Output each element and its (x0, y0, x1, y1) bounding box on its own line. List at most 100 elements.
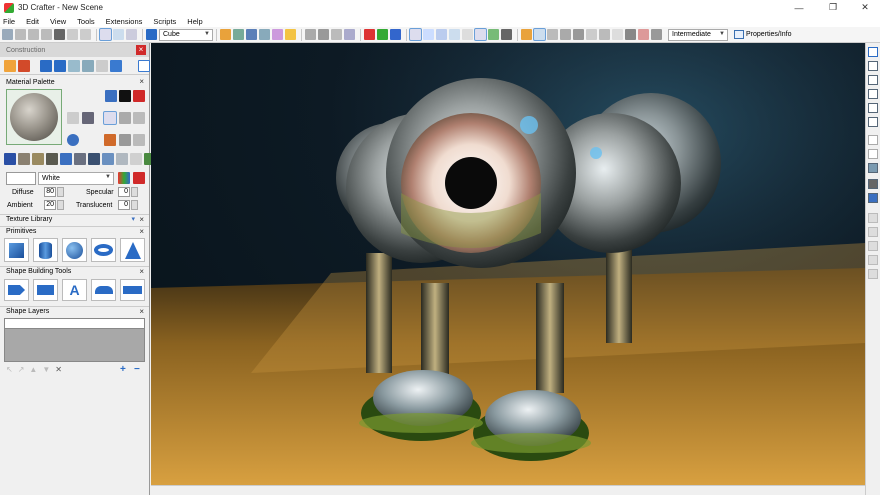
panel-b-icon[interactable] (868, 149, 878, 159)
minimize-button[interactable]: — (784, 0, 814, 15)
wireframe-icon[interactable] (474, 28, 487, 41)
pencil-icon[interactable] (246, 29, 257, 40)
menu-edit[interactable]: Edit (26, 17, 39, 26)
menu-extensions[interactable]: Extensions (106, 17, 143, 26)
menu-tools[interactable]: Tools (77, 17, 95, 26)
group-icon[interactable] (113, 29, 124, 40)
zoom-icon[interactable] (331, 29, 342, 40)
pin-header-icon[interactable]: ▾ (131, 215, 135, 223)
restore-button[interactable]: ❐ (818, 0, 848, 15)
camera-view-icon[interactable] (868, 179, 878, 189)
move-up-icon[interactable]: ↗ (18, 365, 25, 374)
camera-icon[interactable] (501, 29, 512, 40)
shape-select[interactable]: Cube ▼ (159, 28, 213, 41)
disabled-tool-c-icon[interactable] (868, 241, 878, 251)
move-z-icon[interactable] (390, 29, 401, 40)
menu-view[interactable]: View (50, 17, 66, 26)
delete-material-icon[interactable] (133, 90, 145, 102)
keyframe-icon[interactable] (560, 29, 571, 40)
primitive-cylinder-button[interactable] (33, 238, 58, 262)
path-icon[interactable] (599, 29, 610, 40)
sphere-preview-icon[interactable] (82, 112, 94, 124)
lathe-button[interactable] (33, 279, 58, 301)
translucent-input[interactable]: 0 (118, 200, 130, 210)
window-icon[interactable] (138, 59, 150, 72)
shape-layers-list[interactable] (4, 318, 145, 362)
disabled-tool-e-icon[interactable] (868, 269, 878, 279)
color-name-select[interactable]: White ▼ (38, 171, 114, 185)
redo-icon[interactable] (80, 29, 91, 40)
copy-material-icon[interactable] (119, 112, 131, 124)
swatch-metal-icon[interactable] (74, 153, 86, 165)
texture-map-icon[interactable] (103, 111, 117, 125)
swatch-white-icon[interactable] (130, 153, 142, 165)
scissors-icon[interactable] (119, 90, 131, 102)
primitive-torus-button[interactable] (91, 238, 116, 262)
bump-map-icon[interactable] (104, 134, 116, 146)
sphere-tool-icon[interactable] (40, 59, 52, 72)
move-x-icon[interactable] (364, 29, 375, 40)
page-icon[interactable] (67, 112, 79, 124)
magic-wand-icon[interactable] (220, 29, 231, 40)
panel-c-icon[interactable] (868, 163, 878, 173)
sweep-button[interactable] (91, 279, 116, 301)
material-icon[interactable] (638, 29, 649, 40)
view-front-icon[interactable] (409, 28, 422, 41)
paint-icon[interactable] (272, 29, 283, 40)
material-palette-close-button[interactable]: × (139, 77, 144, 86)
panel-a-icon[interactable] (868, 135, 878, 145)
move-y-icon[interactable] (377, 29, 388, 40)
texture-library-close-button[interactable]: × (139, 215, 144, 224)
shape-building-close-button[interactable]: × (139, 267, 144, 276)
swatch-rock-icon[interactable] (46, 153, 58, 165)
swatch-blue-icon[interactable] (4, 153, 16, 165)
3d-viewport[interactable] (151, 43, 865, 485)
filter-icon[interactable] (105, 90, 117, 102)
pin-icon[interactable] (82, 59, 94, 72)
properties-info-button[interactable]: Properties/Info (734, 30, 792, 39)
ruler-icon[interactable] (625, 29, 636, 40)
cube-shape-icon[interactable] (146, 29, 157, 40)
remove-layer-button[interactable]: − (134, 364, 140, 375)
light-icon[interactable] (521, 29, 532, 40)
specular-input[interactable]: 0 (118, 187, 130, 197)
swatch-silver-icon[interactable] (116, 153, 128, 165)
fit-view-icon[interactable] (462, 29, 473, 40)
mountain-icon[interactable] (133, 134, 145, 146)
ambient-input[interactable]: 20 (44, 200, 56, 210)
construction-close-button[interactable]: × (136, 45, 146, 55)
swatch-sky-icon[interactable] (102, 153, 114, 165)
render-icon[interactable] (488, 29, 499, 40)
close-window-button[interactable]: ✕ (850, 0, 880, 15)
single-view-icon[interactable] (868, 47, 878, 57)
texture-library-header[interactable]: Texture Library ▾ × (0, 214, 149, 224)
terrain-button[interactable] (120, 279, 145, 301)
swatch-water-icon[interactable] (60, 153, 72, 165)
undo-icon[interactable] (67, 29, 78, 40)
menu-file[interactable]: File (3, 17, 15, 26)
globe-icon[interactable] (868, 193, 878, 203)
menu-help[interactable]: Help (187, 17, 202, 26)
split-horizontal-icon[interactable] (868, 75, 878, 85)
shape-layers-close-button[interactable]: × (139, 307, 144, 316)
translucent-spinner[interactable] (131, 200, 138, 210)
diffuse-spinner[interactable] (57, 187, 64, 197)
camera-tool-icon[interactable] (96, 59, 108, 72)
specular-spinner[interactable] (131, 187, 138, 197)
quad-view-icon[interactable] (868, 89, 878, 99)
bricks-icon[interactable] (18, 59, 30, 72)
menu-scripts[interactable]: Scripts (153, 17, 176, 26)
layout-icon[interactable] (868, 117, 878, 127)
blue-sphere-icon[interactable] (67, 134, 79, 146)
brush-icon[interactable] (68, 59, 80, 72)
spot-light-icon[interactable] (547, 29, 558, 40)
primitive-sphere-button[interactable] (62, 238, 87, 262)
disabled-tool-d-icon[interactable] (868, 255, 878, 265)
film-icon[interactable] (110, 59, 122, 72)
add-layer-button[interactable]: + (120, 364, 126, 375)
split-vertical-icon[interactable] (868, 61, 878, 71)
three-view-icon[interactable] (868, 103, 878, 113)
lasso-icon[interactable] (233, 29, 244, 40)
ambient-spinner[interactable] (57, 200, 64, 210)
remove-layer-icon[interactable]: ✕ (55, 365, 62, 374)
